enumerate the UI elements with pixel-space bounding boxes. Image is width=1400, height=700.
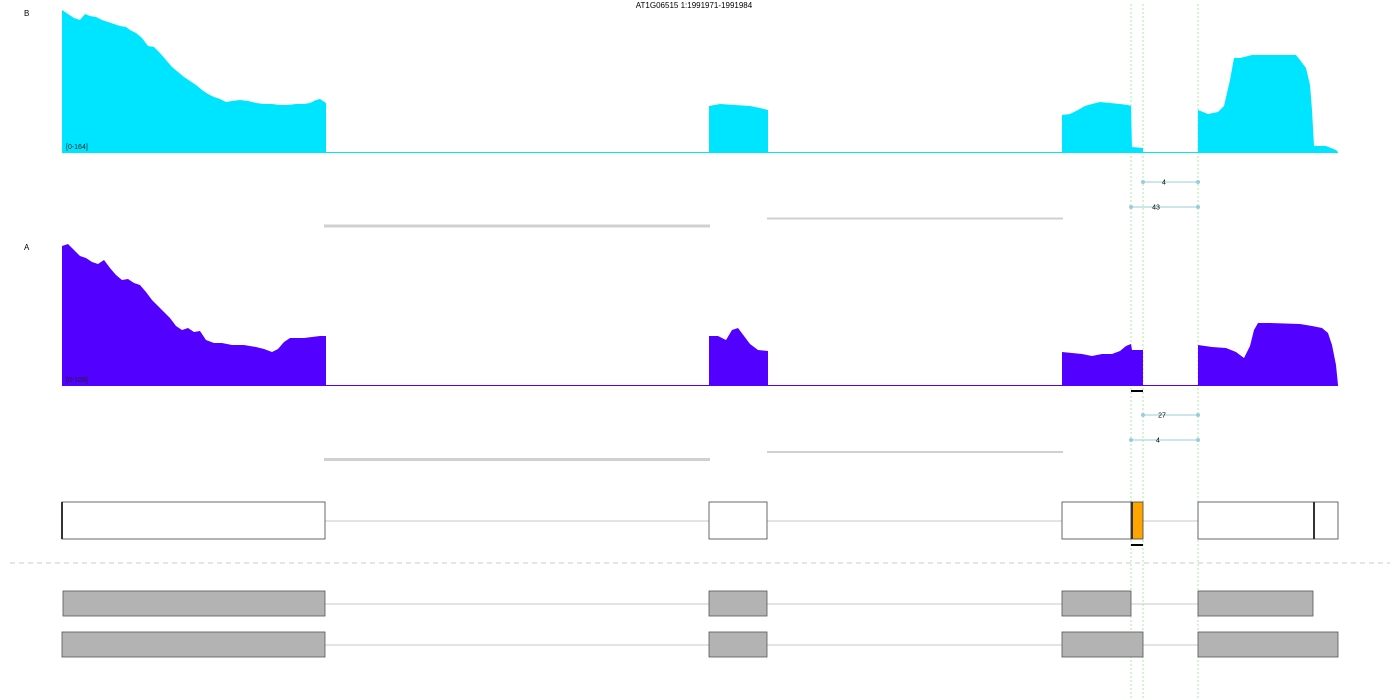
coverage-area-b-exon2	[709, 104, 768, 152]
coverage-track-b: B [0-164]	[24, 9, 1338, 153]
transcript-2	[61, 631, 1339, 658]
transcript-exon	[708, 631, 768, 658]
junction-count: 4	[1162, 180, 1166, 187]
plot-title: AT1G06515 1:1991971-1991984	[636, 1, 753, 10]
transcript-exon	[61, 631, 326, 658]
coverage-area-b-exon4	[1198, 55, 1338, 152]
track-range-a: [0-108]	[66, 377, 88, 384]
coverage-area-a	[62, 244, 326, 385]
coverage-area-a-exon3	[1062, 344, 1143, 385]
exon-box	[708, 501, 768, 540]
transcript-1	[62, 590, 1314, 617]
transcript-exon	[1197, 590, 1314, 617]
exon-box	[61, 501, 326, 540]
selection-marker	[1131, 390, 1143, 392]
transcript-exon	[708, 590, 768, 617]
junctions-track-b: 4 43	[324, 180, 1200, 228]
transcript-exon	[1061, 590, 1132, 617]
track-label-a: A	[24, 243, 30, 252]
track-label-b: B	[24, 9, 29, 18]
junction-a-1: 27	[1141, 413, 1200, 420]
junction-count: 4	[1156, 438, 1160, 445]
junction-count: 43	[1152, 205, 1160, 212]
junction-b-2: 43	[1129, 205, 1200, 212]
exon-box	[1061, 501, 1132, 540]
exon-box	[1197, 501, 1339, 540]
transcript-exon	[1197, 631, 1339, 658]
gene-model-reference	[61, 501, 1339, 546]
junction-count: 27	[1158, 413, 1166, 420]
coverage-area-b-exon3	[1062, 102, 1143, 152]
transcript-exon	[1061, 631, 1144, 658]
sashimi-plot: AT1G06515 1:1991971-1991984 B [0-164] 4 …	[10, 1, 1390, 700]
junction-a-2: 4	[1129, 438, 1200, 445]
selection-marker	[1131, 544, 1143, 546]
coverage-area-a-exon4	[1198, 323, 1338, 385]
junctions-track-a: 27 4	[324, 413, 1200, 461]
track-range-b: [0-164]	[66, 144, 88, 151]
junction-b-1: 4	[1141, 180, 1200, 187]
coverage-area-a-exon2	[709, 328, 768, 385]
coverage-track-a: A [0-108]	[24, 243, 1338, 392]
transcript-exon	[62, 590, 326, 617]
coverage-area-b	[62, 10, 326, 152]
